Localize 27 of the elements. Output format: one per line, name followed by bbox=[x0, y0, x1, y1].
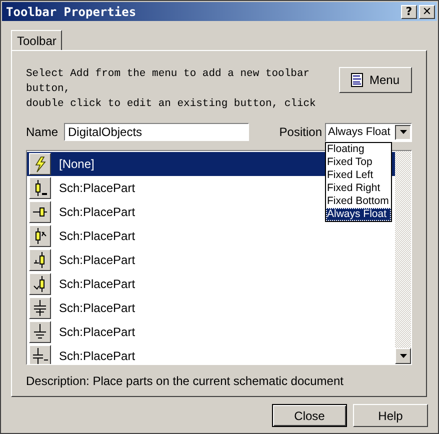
item-label: Sch:PlacePart bbox=[59, 325, 136, 339]
item-label: Sch:PlacePart bbox=[59, 277, 136, 291]
item-label: Sch:PlacePart bbox=[59, 301, 136, 315]
instructions-text: Select Add from the menu to add a new toolbar button, double click to edit an existing button, click bbox=[26, 67, 316, 112]
item-label: Sch:PlacePart bbox=[59, 349, 136, 363]
scrollbar[interactable] bbox=[395, 151, 411, 364]
item-label: Sch:PlacePart bbox=[59, 205, 136, 219]
dialog-button[interactable]: Close bbox=[272, 404, 347, 427]
scroll-down-icon bbox=[400, 354, 406, 358]
window-title: Toolbar Properties bbox=[6, 4, 138, 18]
tab[interactable]: Toolbar bbox=[11, 30, 62, 50]
item-label: Sch:PlacePart bbox=[59, 181, 136, 195]
description-text: Description: Place parts on the current schematic document bbox=[26, 374, 344, 388]
position-dropdown[interactable]: Always Float bbox=[325, 122, 412, 142]
item-label: Sch:PlacePart bbox=[59, 229, 136, 243]
document-icon bbox=[351, 73, 364, 87]
name-label: Name bbox=[26, 125, 58, 139]
position-label: Position bbox=[279, 125, 322, 139]
dropdown-option[interactable]: Always Float bbox=[326, 208, 391, 221]
help-button[interactable]: ? bbox=[401, 4, 417, 18]
item-label: Sch:PlacePart bbox=[59, 253, 136, 267]
dialog-button[interactable]: Help bbox=[353, 404, 428, 427]
item-label: [None] bbox=[59, 157, 94, 171]
name-field[interactable]: DigitalObjects bbox=[64, 123, 250, 141]
dropdown-arrow-icon bbox=[400, 130, 406, 134]
close-button[interactable]: ✕ bbox=[419, 4, 435, 18]
menu-button[interactable]: Menu bbox=[339, 67, 412, 93]
